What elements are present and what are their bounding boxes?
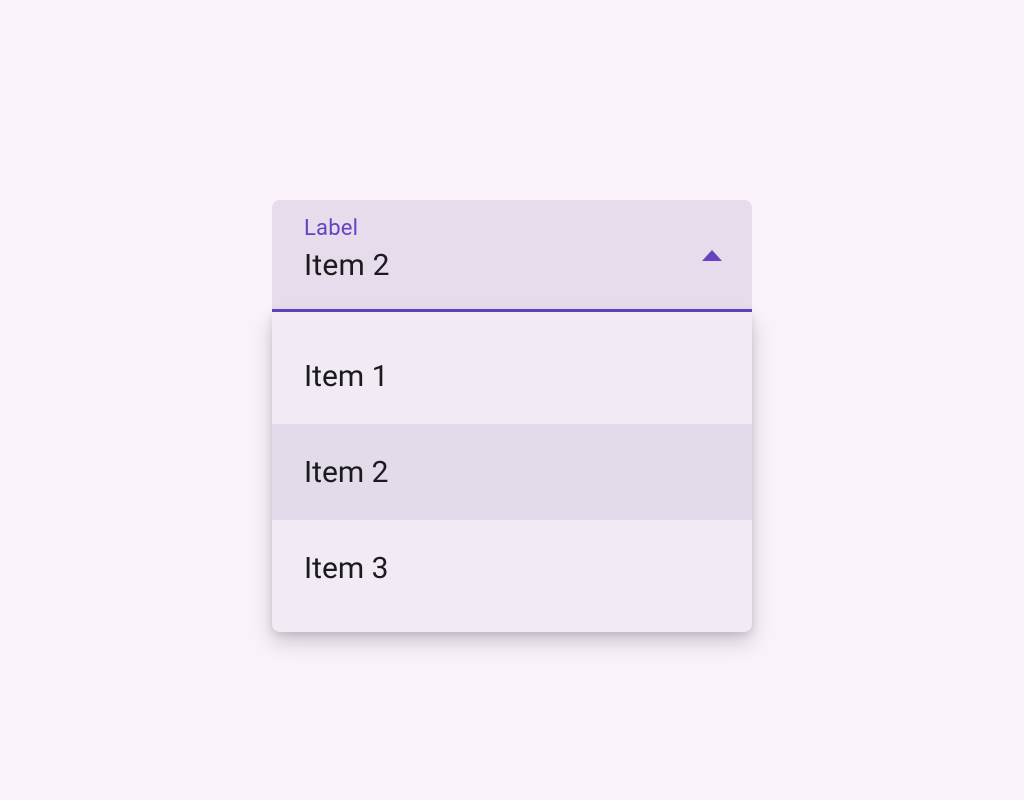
select-option-1[interactable]: Item 1: [272, 328, 752, 424]
select-field[interactable]: Label Item 2: [272, 200, 752, 312]
select-container: Label Item 2 Item 1 Item 2 Item 3: [272, 200, 752, 632]
option-label: Item 3: [304, 551, 389, 586]
select-option-3[interactable]: Item 3: [272, 520, 752, 616]
option-label: Item 2: [304, 455, 389, 490]
caret-up-icon: [702, 250, 722, 261]
select-menu: Item 1 Item 2 Item 3: [272, 312, 752, 632]
select-value: Item 2: [304, 248, 390, 283]
select-label: Label: [304, 218, 720, 240]
option-label: Item 1: [304, 359, 389, 394]
select-option-2[interactable]: Item 2: [272, 424, 752, 520]
